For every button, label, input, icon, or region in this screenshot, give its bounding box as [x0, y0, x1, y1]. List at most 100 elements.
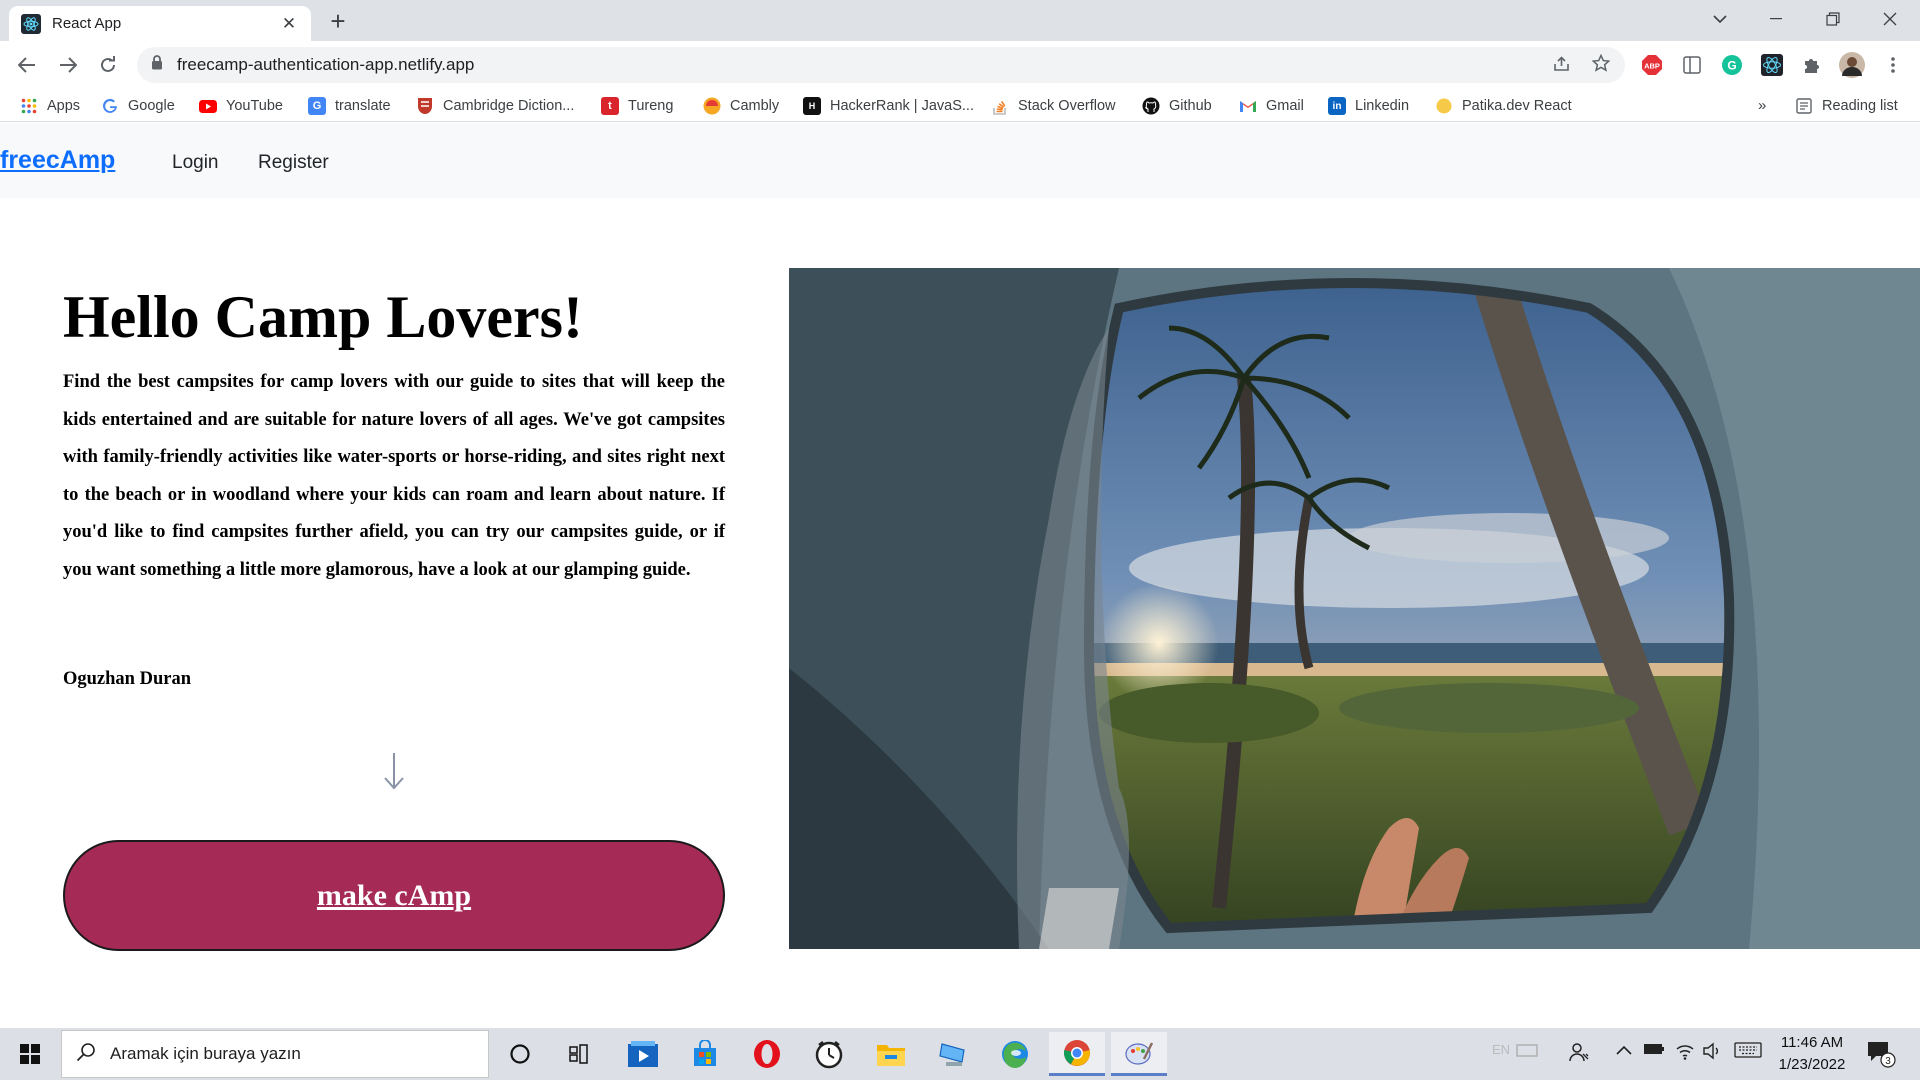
- windows-start-button[interactable]: [2, 1032, 58, 1076]
- bookmark-star-icon[interactable]: [1592, 54, 1610, 72]
- nav-login-link[interactable]: Login: [172, 152, 219, 174]
- computer-app-icon[interactable]: [925, 1032, 981, 1076]
- cortana-icon[interactable]: [492, 1032, 548, 1076]
- extensions-puzzle-icon[interactable]: [1799, 52, 1825, 78]
- share-icon[interactable]: [1553, 55, 1571, 73]
- make-camp-button[interactable]: make cAmp: [63, 840, 725, 951]
- nav-register-link[interactable]: Register: [258, 152, 329, 174]
- minimize-button[interactable]: [1748, 0, 1804, 38]
- media-player-icon[interactable]: [615, 1032, 671, 1076]
- bookmark-label: Tureng: [628, 98, 674, 114]
- alarms-clock-icon[interactable]: [801, 1032, 857, 1076]
- close-window-button[interactable]: [1862, 0, 1918, 38]
- url-text[interactable]: freecamp-authentication-app.netlify.app: [177, 55, 474, 75]
- youtube-icon: [199, 97, 217, 115]
- bookmark-github[interactable]: Github: [1142, 97, 1212, 115]
- touch-keyboard-icon[interactable]: [1734, 1042, 1762, 1063]
- react-icon: [21, 13, 41, 34]
- volume-icon[interactable]: [1702, 1042, 1722, 1065]
- hero-title: Hello Camp Lovers!: [63, 284, 583, 350]
- bookmark-hackerrank[interactable]: H HackerRank | JavaS...: [803, 97, 974, 115]
- taskbar-clock[interactable]: 11:46 AM 1/23/2022: [1769, 1032, 1855, 1076]
- reload-button[interactable]: [92, 49, 124, 81]
- bookmark-label: translate: [335, 98, 391, 114]
- bookmark-youtube[interactable]: YouTube: [199, 97, 283, 115]
- bookmark-label: Cambly: [730, 98, 780, 114]
- bookmark-gmail[interactable]: Gmail: [1239, 97, 1304, 115]
- back-button[interactable]: [11, 49, 43, 81]
- bookmark-cambly[interactable]: Cambly: [703, 97, 779, 115]
- bookmark-label: Github: [1169, 98, 1212, 114]
- bookmark-stackoverflow[interactable]: Stack Overflow: [991, 97, 1116, 115]
- cambridge-icon: [416, 97, 434, 115]
- search-icon: [76, 1042, 96, 1067]
- google-icon: [101, 97, 119, 115]
- site-navbar: freecAmp Login Register: [0, 123, 1920, 198]
- react-devtools-extension-icon[interactable]: [1759, 52, 1785, 78]
- language-indicator[interactable]: EN: [1492, 1042, 1510, 1057]
- tab-close-icon[interactable]: ✕: [279, 14, 299, 34]
- microsoft-store-icon[interactable]: [677, 1032, 733, 1076]
- web-page: freecAmp Login Register Hello Camp Lover…: [0, 123, 1920, 1028]
- reading-list-icon: [1795, 97, 1813, 115]
- grammarly-extension-icon[interactable]: G: [1719, 52, 1745, 78]
- bookmark-google[interactable]: Google: [101, 97, 175, 115]
- restore-button[interactable]: [1805, 0, 1861, 38]
- address-bar[interactable]: freecamp-authentication-app.netlify.app: [137, 47, 1625, 83]
- make-camp-label: make cAmp: [316, 878, 472, 912]
- task-view-icon[interactable]: [552, 1032, 608, 1076]
- bookmarks-bar: Apps Google YouTube G translate Cambridg…: [0, 90, 1920, 122]
- clock-time: 11:46 AM: [1780, 1034, 1844, 1051]
- chrome-menu-icon[interactable]: [1880, 52, 1906, 78]
- patika-icon: [1435, 97, 1453, 115]
- apps-grid-icon: [20, 97, 38, 115]
- bookmark-label: HackerRank | JavaS...: [830, 98, 974, 114]
- tab-react-app[interactable]: React App ✕: [9, 6, 311, 41]
- bookmark-linkedin[interactable]: in Linkedin: [1328, 97, 1409, 115]
- tab-search-chevron-icon[interactable]: [1692, 0, 1748, 38]
- chrome-taskbar-icon[interactable]: [1049, 1032, 1105, 1076]
- hackerrank-icon: H: [803, 97, 821, 115]
- translate-icon: G: [308, 97, 326, 115]
- browser-toolbar: freecamp-authentication-app.netlify.app …: [0, 41, 1920, 90]
- svg-text:G: G: [1727, 59, 1736, 73]
- tureng-icon: t: [601, 97, 619, 115]
- forward-button[interactable]: [52, 49, 84, 81]
- gmail-icon: [1239, 97, 1257, 115]
- profile-avatar[interactable]: [1839, 52, 1865, 78]
- author-name: Oguzhan Duran: [63, 669, 191, 689]
- lock-icon[interactable]: [151, 55, 163, 75]
- brand-link[interactable]: freecAmp: [0, 146, 115, 175]
- keyboard-indicator-icon[interactable]: [1516, 1042, 1538, 1063]
- notifications-icon[interactable]: 3: [1866, 1040, 1896, 1073]
- clock-date: 1/23/2022: [1778, 1056, 1846, 1073]
- bookmark-translate[interactable]: G translate: [308, 97, 391, 115]
- tray-overflow-chevron-icon[interactable]: [1616, 1042, 1632, 1060]
- github-icon: [1142, 97, 1160, 115]
- reading-list-label: Reading list: [1822, 98, 1898, 114]
- bookmark-apps[interactable]: Apps: [20, 97, 80, 115]
- linkedin-icon: in: [1328, 97, 1346, 115]
- bookmarks-overflow-button[interactable]: »: [1758, 97, 1766, 114]
- edge-icon[interactable]: [987, 1032, 1043, 1076]
- wifi-icon[interactable]: [1675, 1042, 1695, 1065]
- bookmark-cambridge[interactable]: Cambridge Diction...: [416, 97, 574, 115]
- bookmark-patika[interactable]: Patika.dev React: [1435, 97, 1572, 115]
- arrow-down-icon: [380, 751, 408, 791]
- taskbar-search-placeholder: Aramak için buraya yazın: [110, 1044, 301, 1063]
- sidebar-extension-icon[interactable]: [1679, 52, 1705, 78]
- svg-text:3: 3: [1885, 1056, 1891, 1067]
- bookmark-tureng[interactable]: t Tureng: [601, 97, 673, 115]
- new-tab-button[interactable]: +: [324, 7, 352, 35]
- paint-app-icon[interactable]: [1111, 1032, 1167, 1076]
- bookmark-label: Cambridge Diction...: [443, 98, 575, 114]
- taskbar-search-box[interactable]: Aramak için buraya yazın: [61, 1030, 489, 1078]
- tab-title: React App: [52, 15, 122, 32]
- file-explorer-icon[interactable]: [863, 1032, 919, 1076]
- battery-icon[interactable]: [1643, 1042, 1665, 1061]
- opera-icon[interactable]: [739, 1032, 795, 1076]
- adblock-extension-icon[interactable]: ABP: [1639, 52, 1665, 78]
- bookmark-label: Gmail: [1266, 98, 1304, 114]
- reading-list-button[interactable]: Reading list: [1795, 97, 1898, 115]
- people-icon[interactable]: [1569, 1042, 1589, 1067]
